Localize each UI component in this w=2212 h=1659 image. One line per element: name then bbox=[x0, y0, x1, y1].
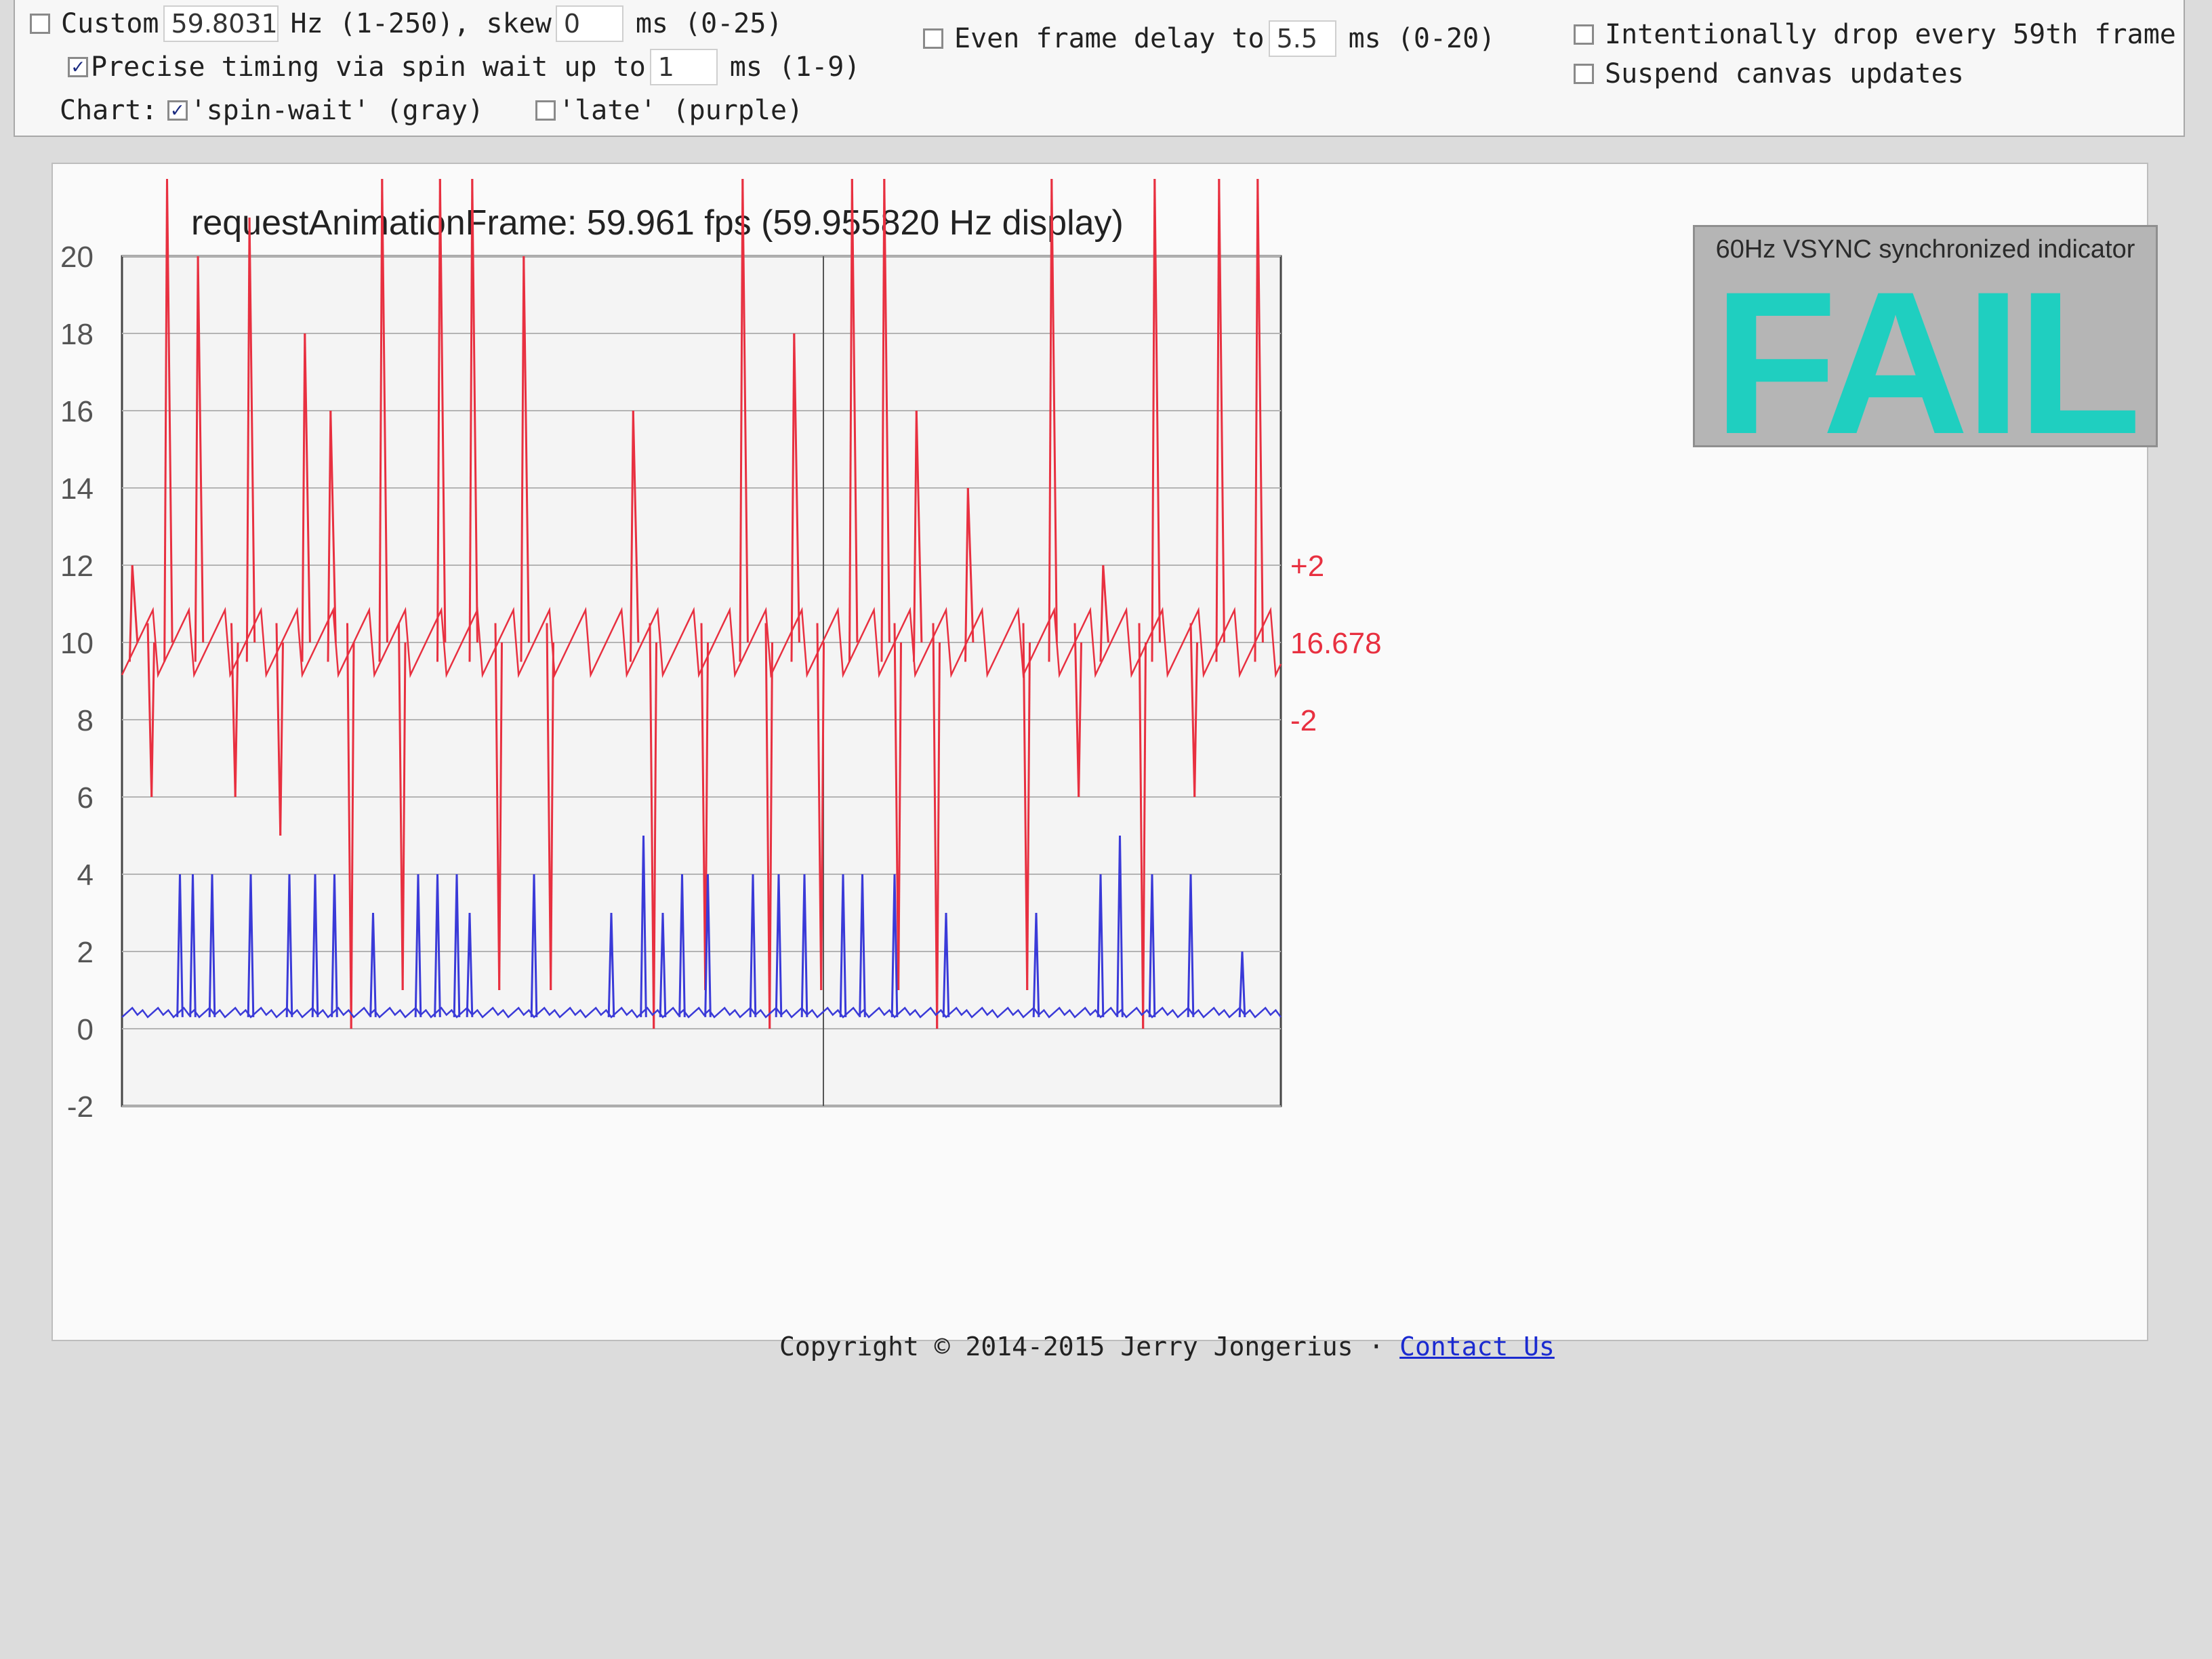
y-tick-label: 18 bbox=[60, 318, 94, 351]
y-tick-label: -2 bbox=[67, 1090, 94, 1124]
reference-label: -2 bbox=[1290, 704, 1317, 737]
contact-link[interactable]: Contact Us bbox=[1399, 1332, 1555, 1361]
y-tick-label: 6 bbox=[77, 781, 94, 815]
y-tick-label: 16 bbox=[60, 395, 94, 428]
vsync-result: FAIL bbox=[1713, 249, 2142, 447]
y-tick-label: 4 bbox=[77, 859, 94, 892]
y-tick-label: 14 bbox=[60, 472, 94, 506]
vsync-indicator: 60Hz VSYNC synchronized indicator FAIL bbox=[1693, 225, 2158, 447]
copyright-text: Copyright © 2014-2015 Jerry Jongerius · bbox=[779, 1332, 1385, 1361]
footer: Copyright © 2014-2015 Jerry Jongerius · … bbox=[779, 1332, 1555, 1361]
reference-label: 16.678 bbox=[1290, 627, 1382, 660]
y-tick-label: 10 bbox=[60, 627, 94, 660]
y-tick-label: 0 bbox=[77, 1013, 94, 1046]
y-tick-label: 2 bbox=[77, 936, 94, 969]
chart-title: requestAnimationFrame: 59.961 fps (59.95… bbox=[191, 203, 1124, 243]
y-tick-label: 8 bbox=[77, 704, 94, 737]
reference-label: +2 bbox=[1290, 550, 1324, 583]
y-tick-label: 20 bbox=[60, 241, 94, 274]
y-tick-label: 12 bbox=[60, 550, 94, 583]
